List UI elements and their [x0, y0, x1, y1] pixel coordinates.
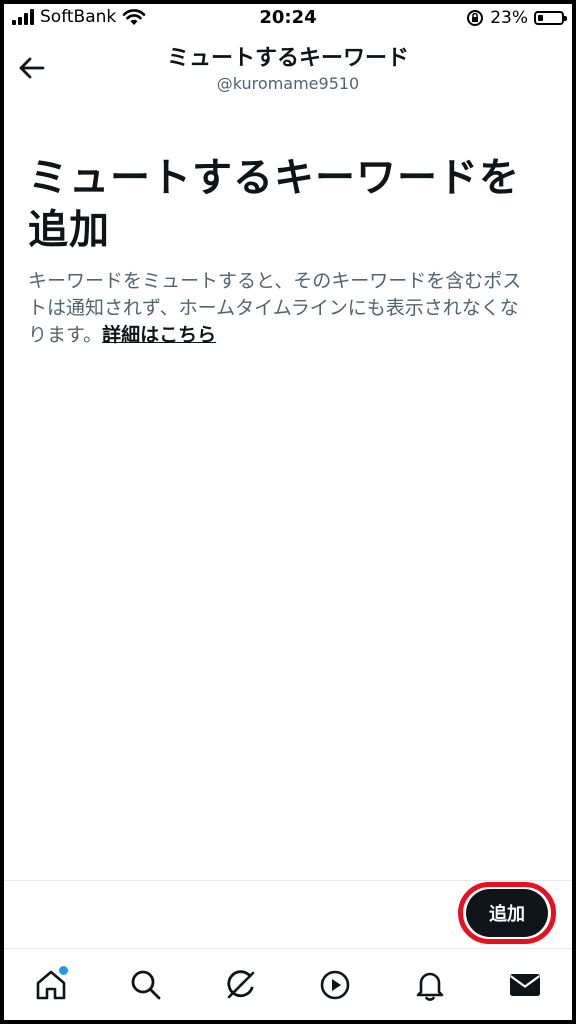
add-button[interactable]: 追加 [466, 889, 548, 937]
username-subtitle: @kuromame9510 [216, 74, 360, 93]
page-title: ミュートするキーワード [166, 46, 409, 71]
tab-search[interactable] [121, 960, 171, 1010]
tab-home[interactable] [26, 960, 76, 1010]
status-bar: SoftBank 20:24 23% [4, 4, 572, 32]
tab-grok[interactable] [216, 960, 266, 1010]
bell-icon [416, 972, 444, 1001]
screen: SoftBank 20:24 23% ミュートするキーワード @kuromame… [4, 4, 572, 1020]
tab-messages[interactable] [500, 960, 550, 1010]
divider-top [4, 880, 572, 881]
orientation-lock-icon [467, 10, 484, 26]
heading-line-1: ミュートするキーワードを [28, 155, 520, 201]
mail-icon [509, 973, 540, 996]
heading-line-2: 追加 [28, 207, 110, 253]
page-header: ミュートするキーワード @kuromame9510 [4, 32, 572, 98]
play-icon [320, 970, 350, 999]
battery-level [538, 15, 543, 21]
notification-dot [59, 965, 69, 975]
battery-percent: 23% [490, 8, 528, 28]
section-heading: ミュートするキーワードを 追加 [28, 152, 528, 256]
main-content: ミュートするキーワードを 追加 キーワードをミュートすると、そのキーワードを含む… [28, 152, 528, 349]
tab-bar [4, 949, 572, 1020]
battery-icon [534, 11, 567, 25]
learn-more-link[interactable]: 詳細はこちら [102, 324, 216, 346]
tab-video[interactable] [310, 960, 360, 1010]
search-icon [131, 970, 161, 999]
status-right: 23% [466, 8, 567, 28]
description: キーワードをミュートすると、そのキーワードを含むポストは通知されず、ホームタイム… [28, 268, 528, 349]
add-button-highlight: 追加 [458, 882, 556, 944]
tab-notifications[interactable] [405, 960, 455, 1010]
grok-icon [227, 969, 254, 998]
